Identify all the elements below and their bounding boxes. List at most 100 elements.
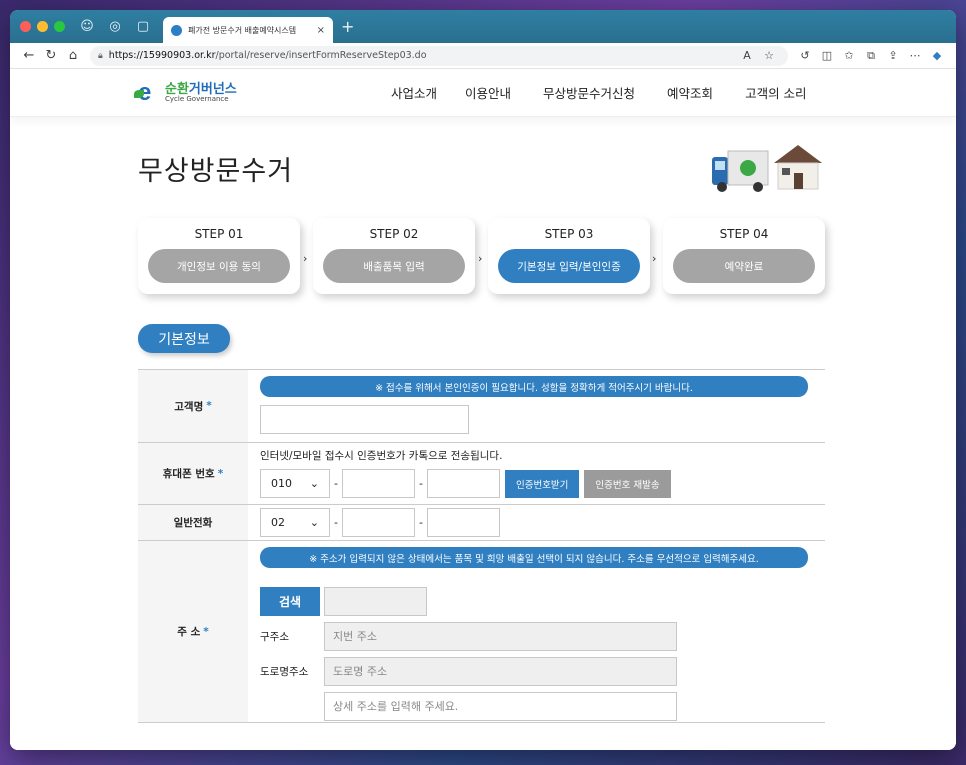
step-3: STEP 03 기본정보 입력/본인인증 <box>488 218 650 294</box>
customer-name-input[interactable] <box>260 405 469 434</box>
nav-about[interactable]: 사업소개 <box>391 83 437 102</box>
detail-address-line <box>260 692 813 721</box>
required-mark: * <box>206 400 212 412</box>
address-cell: ※ 주소가 입력되지 않은 상태에서는 품목 및 희망 배출일 선택이 되지 않… <box>248 541 825 722</box>
required-mark: * <box>203 625 209 638</box>
close-tab-icon[interactable]: × <box>317 25 325 36</box>
resend-code-button[interactable]: 인증번호 재발송 <box>584 469 671 498</box>
address-label-cell: 주 소 * <box>138 541 248 722</box>
browser-tab[interactable]: 폐가전 방문수거 배출예약시스템 × <box>163 17 333 43</box>
tab-actions-icon[interactable]: ▢ <box>135 19 151 34</box>
postcode-input[interactable] <box>324 587 427 616</box>
section-title: 기본정보 <box>138 324 230 353</box>
dash: - <box>334 477 338 490</box>
basic-info-form: 고객명 * ※ 접수를 위해서 본인인증이 필요합니다. 성함을 정확하게 적어주… <box>138 369 825 723</box>
step-1-pill: 개인정보 이용 동의 <box>148 249 290 283</box>
window-controls <box>20 21 65 32</box>
address-toolbar: ← ↻ ⌂ 🔒︎ https://15990903.or.kr/portal/r… <box>10 43 956 69</box>
favicon-icon <box>171 24 182 36</box>
url-host: https://15990903.or.kr <box>108 50 216 61</box>
step-2-pill: 배출품목 입력 <box>323 249 465 283</box>
address-label: 주 소 <box>177 626 201 638</box>
step-3-label: STEP 03 <box>544 227 594 241</box>
mobile-last-input[interactable] <box>426 469 500 498</box>
mobile-cell: 인터넷/모바일 접수시 인증번호가 카톡으로 전송됩니다. 010 ⌄ - - … <box>248 443 825 504</box>
profile-icon[interactable]: ☺ <box>79 19 95 34</box>
step-4-pill: 예약완료 <box>673 249 815 283</box>
browser-tabbar: ☺ ◎ ▢ 폐가전 방문수거 배출예약시스템 × + <box>10 10 956 43</box>
step-2-label: STEP 02 <box>369 227 419 241</box>
old-address-input[interactable] <box>324 622 677 651</box>
step-1-label: STEP 01 <box>194 227 244 241</box>
logo-mark-icon: e <box>134 80 162 104</box>
required-mark: * <box>217 467 224 480</box>
maximize-window-button[interactable] <box>54 21 65 32</box>
phone-last-input[interactable] <box>426 508 500 537</box>
address-bar[interactable]: 🔒︎ https://15990903.or.kr/portal/reserve… <box>90 45 788 66</box>
browser-window: ☺ ◎ ▢ 폐가전 방문수거 배출예약시스템 × + ← ↻ ⌂ 🔒︎ http… <box>10 10 956 750</box>
main-nav: 사업소개 이용안내 무상방문수거신청 예약조회 고객의 소리 <box>391 83 839 102</box>
road-address-line: 도로명주소 <box>260 657 813 686</box>
minimize-window-button[interactable] <box>37 21 48 32</box>
copilot-icon[interactable]: ◆ <box>926 49 948 62</box>
tab-title: 폐가전 방문수거 배출예약시스템 <box>188 25 297 35</box>
postcode-line: 검색 <box>260 587 813 616</box>
step-4: STEP 04 예약완료 <box>663 218 825 294</box>
close-window-button[interactable] <box>20 21 31 32</box>
chevron-right-icon: › <box>303 252 308 265</box>
favorites-icon[interactable]: ✩ <box>838 49 860 62</box>
request-code-button[interactable]: 인증번호받기 <box>504 469 580 498</box>
share-icon[interactable]: ⇪ <box>882 49 904 62</box>
logo-en: Cycle Governance <box>165 94 229 103</box>
workspaces-icon[interactable]: ◎ <box>107 19 123 34</box>
lock-icon: 🔒︎ <box>98 50 103 61</box>
detail-address-input[interactable] <box>324 692 677 721</box>
mobile-middle-input[interactable] <box>341 469 415 498</box>
collections-icon[interactable]: ⧉ <box>860 49 882 63</box>
favorite-star-icon[interactable]: ☆ <box>758 49 780 62</box>
nav-apply[interactable]: 무상방문수거신청 <box>543 83 635 102</box>
step-1: STEP 01 개인정보 이용 동의 <box>138 218 300 294</box>
logo-text: 순환거버넌스 Cycle Governance <box>165 83 237 103</box>
home-icon[interactable]: ⌂ <box>62 48 84 63</box>
road-address-input[interactable] <box>324 657 677 686</box>
address-search-button[interactable]: 검색 <box>260 587 320 616</box>
page-title: 무상방문수거 <box>138 156 294 187</box>
mobile-prefix-select[interactable]: 010 ⌄ <box>260 469 330 498</box>
road-address-label: 도로명주소 <box>260 666 309 678</box>
row-mobile: 휴대폰 번호 * 인터넷/모바일 접수시 인증번호가 카톡으로 전송됩니다. 01… <box>138 443 825 505</box>
mobile-help: 인터넷/모바일 접수시 인증번호가 카톡으로 전송됩니다. <box>260 450 503 462</box>
row-name: 고객명 * ※ 접수를 위해서 본인인증이 필요합니다. 성함을 정확하게 적어주… <box>138 370 825 443</box>
nav-lookup[interactable]: 예약조회 <box>667 83 713 102</box>
nav-voice[interactable]: 고객의 소리 <box>745 83 806 102</box>
site-logo[interactable]: e 순환거버넌스 Cycle Governance <box>134 80 383 104</box>
back-icon[interactable]: ← <box>18 48 40 63</box>
reload-icon[interactable]: ↻ <box>40 48 62 63</box>
nav-guide[interactable]: 이용안내 <box>465 83 511 102</box>
phone-prefix-select[interactable]: 02 ⌄ <box>260 508 330 537</box>
phone-label-cell: 일반전화 <box>138 505 248 540</box>
phone-middle-input[interactable] <box>341 508 415 537</box>
step-3-pill: 기본정보 입력/본인인증 <box>498 249 640 283</box>
split-screen-icon[interactable]: ◫ <box>816 49 838 62</box>
name-notice: ※ 접수를 위해서 본인인증이 필요합니다. 성함을 정확하게 적어주시기 바랍… <box>260 376 808 397</box>
truck-house-illustration <box>712 145 822 192</box>
chevron-right-icon: › <box>478 252 483 265</box>
mobile-line: 010 ⌄ - - 인증번호받기 인증번호 재발송 <box>260 469 813 498</box>
dash: - <box>418 516 423 529</box>
name-label: 고객명 <box>174 400 204 413</box>
mobile-label-cell: 휴대폰 번호 * <box>138 443 248 504</box>
mobile-label: 휴대폰 번호 <box>162 468 215 480</box>
read-aloud-icon[interactable]: A <box>736 49 758 62</box>
phone-cell: 02 ⌄ - - <box>248 505 825 540</box>
more-icon[interactable]: ⋯ <box>904 49 926 62</box>
site-header: e 순환거버넌스 Cycle Governance 사업소개 이용안내 무상방문… <box>10 69 956 117</box>
url-path: /portal/reserve/insertFormReserveStep03.… <box>215 50 427 61</box>
address-notice: ※ 주소가 입력되지 않은 상태에서는 품목 및 희망 배출일 선택이 되지 않… <box>260 547 808 568</box>
refresh-extension-icon[interactable]: ↺ <box>794 49 816 62</box>
old-address-label: 구주소 <box>260 631 289 643</box>
step-indicator: STEP 01 개인정보 이용 동의 › STEP 02 배출품목 입력 › S… <box>138 218 828 300</box>
phone-line: 02 ⌄ - - <box>260 508 813 537</box>
new-tab-button[interactable]: + <box>341 17 354 36</box>
chevron-down-icon: ⌄ <box>309 477 319 490</box>
